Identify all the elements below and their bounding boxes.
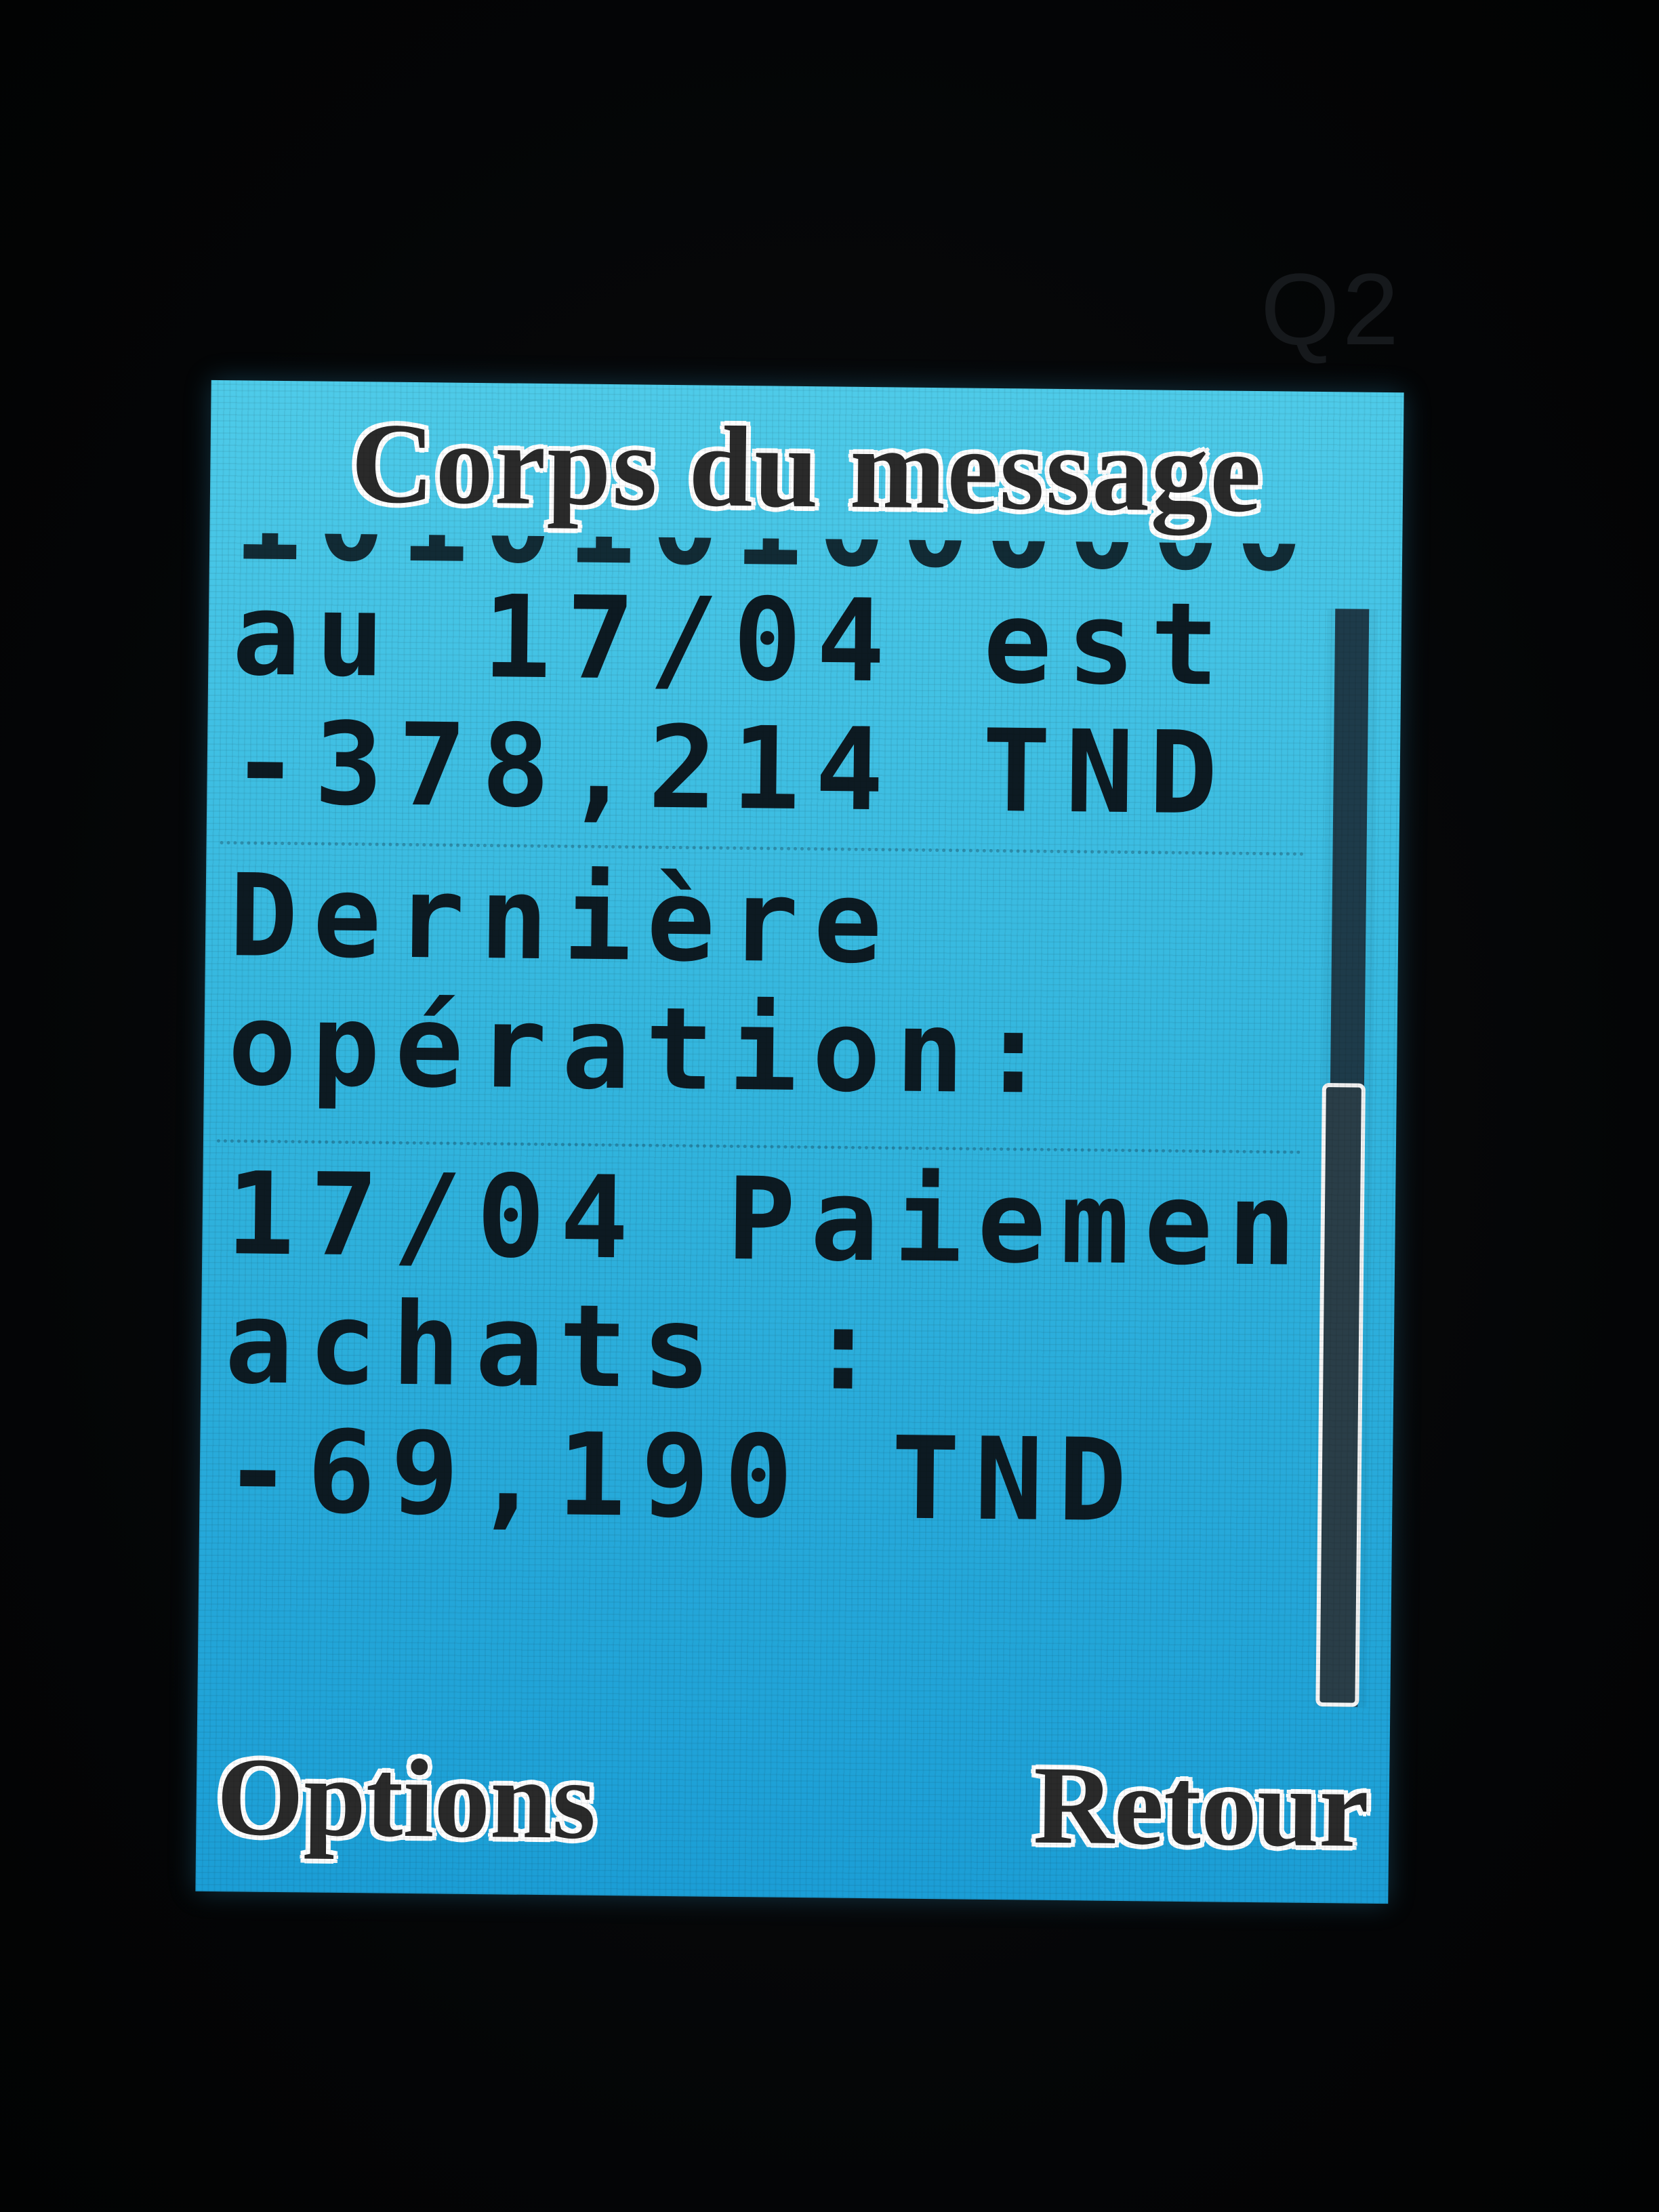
message-body[interactable]: 10101010000000 au 17/04 est -378,214 TND… xyxy=(197,533,1321,1737)
message-line: -69,190 TND xyxy=(222,1405,1143,1548)
screen-header: Corps du message xyxy=(209,394,1404,541)
brand-mark: Q2 xyxy=(1261,252,1402,366)
message-line: Dernière xyxy=(228,849,898,989)
screen-title: Corps du message xyxy=(350,399,1263,537)
message-line: opération: xyxy=(227,978,1063,1120)
back-softkey[interactable]: Retour xyxy=(1033,1738,1370,1877)
scrollbar[interactable] xyxy=(1315,609,1378,1707)
options-softkey[interactable]: Options xyxy=(216,1729,596,1868)
message-line: achats : xyxy=(224,1276,893,1416)
phone-screen: Corps du message 10101010000000 au 17/04… xyxy=(195,380,1404,1904)
message-line: au 17/04 est xyxy=(231,568,1235,712)
message-line: -378,214 TND xyxy=(230,697,1233,840)
scrollbar-thumb[interactable] xyxy=(1315,1083,1366,1707)
message-line: 17/04 Paiement xyxy=(225,1147,1322,1293)
